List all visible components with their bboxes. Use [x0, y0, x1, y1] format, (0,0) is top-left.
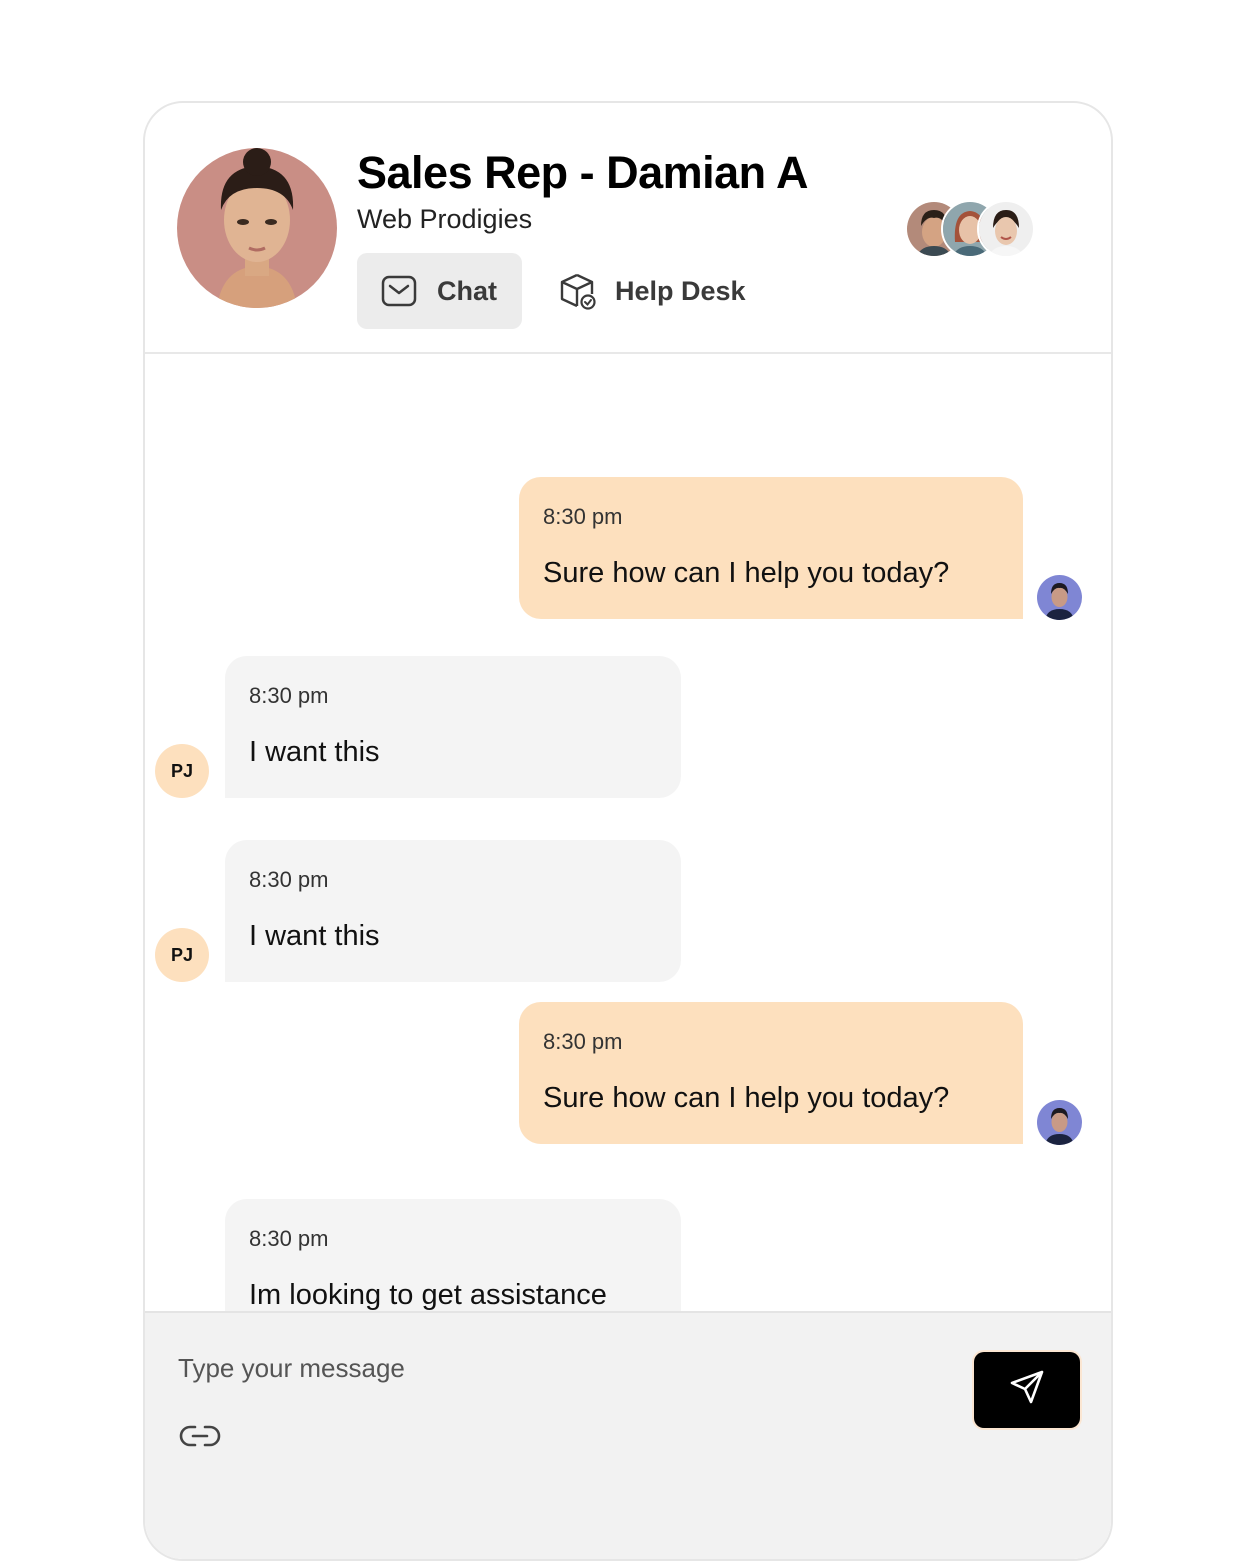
message-time: 8:30 pm — [249, 867, 329, 892]
message-text: Sure how can I help you today? — [543, 1082, 950, 1114]
send-icon — [1007, 1368, 1047, 1413]
message-icon — [381, 271, 421, 311]
team-avatars — [905, 200, 1045, 258]
message-text: Im looking to get assistance — [249, 1279, 607, 1311]
message-composer: Type your message — [145, 1311, 1111, 1559]
message-text: I want this — [249, 736, 380, 768]
box-check-icon — [559, 271, 599, 311]
agent-avatar — [1037, 575, 1082, 620]
message-input[interactable]: Type your message — [178, 1353, 405, 1384]
message-time: 8:30 pm — [543, 504, 623, 529]
tab-chat-label: Chat — [437, 275, 497, 306]
message-list: 8:30 pm Sure how can I help you today? P… — [145, 354, 1111, 1311]
tab-help-desk[interactable]: Help Desk — [555, 253, 775, 329]
agent-avatar — [1037, 1100, 1082, 1145]
message-text: Sure how can I help you today? — [543, 557, 950, 589]
message-time: 8:30 pm — [249, 683, 329, 708]
message-text: I want this — [249, 920, 380, 952]
send-button[interactable] — [974, 1352, 1080, 1428]
company-name: Web Prodigies — [357, 204, 533, 234]
profile-photo — [177, 148, 337, 308]
message-bubble: 8:30 pm I want this — [225, 656, 681, 798]
message-bubble: 8:30 pm Sure how can I help you today? — [519, 477, 1023, 619]
message-bubble: 8:30 pm Im looking to get assistance — [225, 1199, 681, 1311]
team-avatar — [977, 200, 1035, 258]
page-title: Sales Rep - Damian A — [357, 147, 809, 198]
user-avatar: PJ — [155, 928, 209, 982]
user-avatar: PJ — [155, 744, 209, 798]
chat-widget: Sales Rep - Damian A Web Prodigies Chat … — [143, 101, 1113, 1561]
message-bubble: 8:30 pm I want this — [225, 840, 681, 982]
message-time: 8:30 pm — [543, 1029, 623, 1054]
message-time: 8:30 pm — [249, 1226, 329, 1251]
message-bubble: 8:30 pm Sure how can I help you today? — [519, 1002, 1023, 1144]
tab-help-desk-label: Help Desk — [615, 275, 746, 306]
chat-header: Sales Rep - Damian A Web Prodigies Chat … — [145, 103, 1111, 354]
tab-chat[interactable]: Chat — [357, 253, 522, 329]
link-icon[interactable] — [178, 1421, 222, 1451]
